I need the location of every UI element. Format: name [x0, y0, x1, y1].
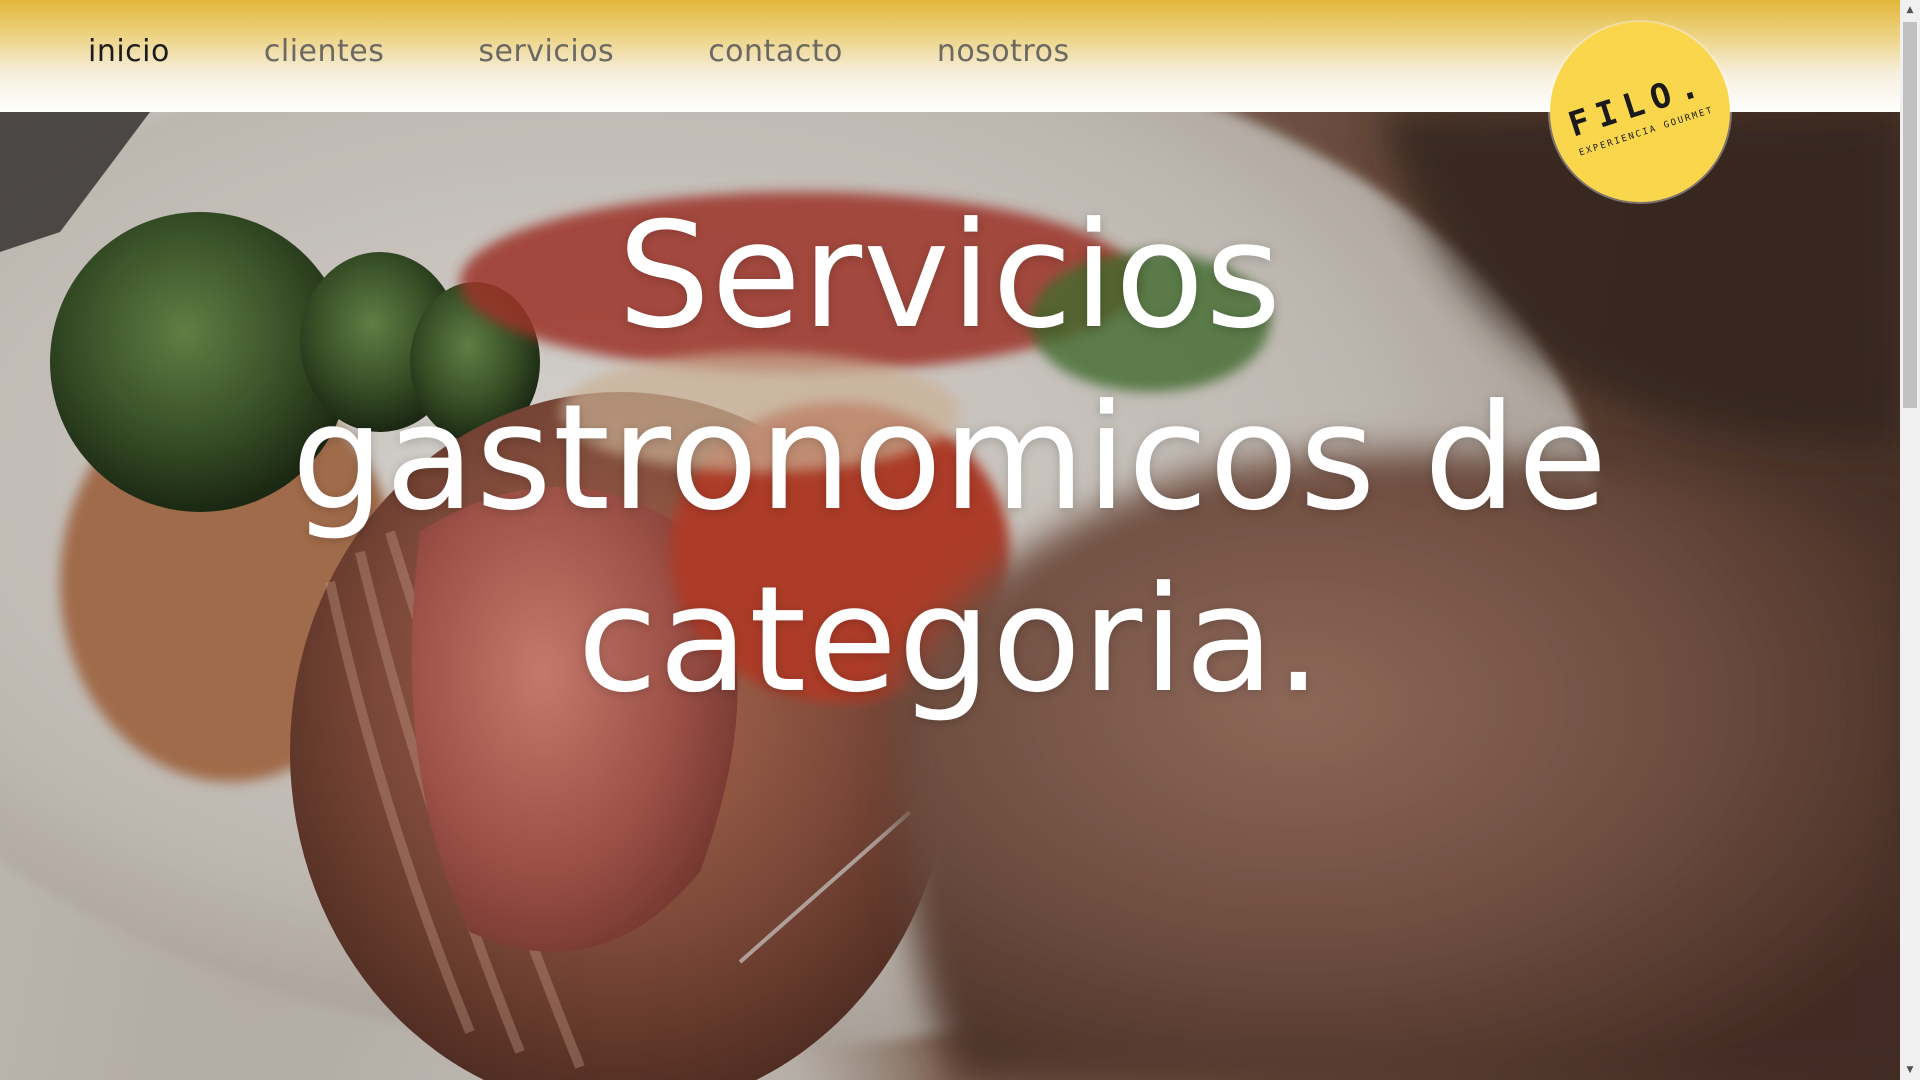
- hero-headline-line-1: Servicios: [617, 191, 1283, 361]
- scrollbar-thumb[interactable]: [1903, 22, 1917, 408]
- hero-headline: Servicios gastronomicos de categoria.: [180, 185, 1720, 731]
- nav-item-servicios[interactable]: servicios: [478, 34, 614, 69]
- page-scrollbar[interactable]: ▲ ▼: [1900, 0, 1920, 1080]
- hero-headline-line-2: gastronomicos de: [291, 373, 1609, 543]
- page: inicio clientes servicios contacto nosot…: [0, 0, 1920, 1080]
- scroll-up-arrow-icon[interactable]: ▲: [1900, 0, 1920, 20]
- hero-headline-line-3: categoria.: [577, 555, 1323, 725]
- nav-item-clientes[interactable]: clientes: [264, 34, 384, 69]
- brand-logo[interactable]: FILO. EXPERIENCIA GOURMET: [1550, 22, 1730, 202]
- nav-item-contacto[interactable]: contacto: [708, 34, 843, 69]
- scroll-down-arrow-icon[interactable]: ▼: [1900, 1060, 1920, 1080]
- nav-item-nosotros[interactable]: nosotros: [937, 34, 1070, 69]
- nav-item-inicio[interactable]: inicio: [88, 34, 170, 69]
- main-nav: inicio clientes servicios contacto nosot…: [88, 34, 1164, 69]
